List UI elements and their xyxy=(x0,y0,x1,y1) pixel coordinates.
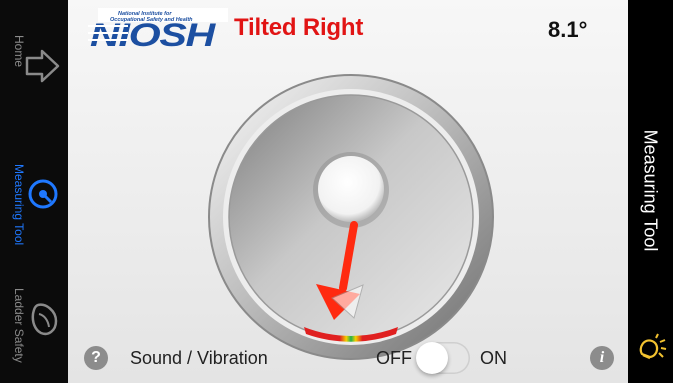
info-button[interactable]: i xyxy=(590,346,614,370)
ladder-safety-icon xyxy=(31,303,58,336)
toggle-knob[interactable] xyxy=(416,342,448,374)
sound-vibration-toggle[interactable] xyxy=(416,342,470,374)
left-navigation-bar: Home Measuring Tool Ladder Safety xyxy=(0,0,68,383)
nav-item-measuring-tool[interactable]: Measuring Tool xyxy=(0,132,68,252)
tilt-status-title: Tilted Right xyxy=(234,14,364,41)
right-panel: Measuring Tool xyxy=(628,0,673,383)
main-panel: National Institute for Occupational Safe… xyxy=(68,0,628,383)
level-bubble xyxy=(318,156,384,222)
nav-label-measuring-tool: Measuring Tool xyxy=(12,164,26,246)
lamp-icon[interactable] xyxy=(634,330,668,364)
measuring-tool-icon xyxy=(28,179,58,209)
niosh-logo: National Institute for Occupational Safe… xyxy=(88,8,228,48)
toggle-off-label: OFF xyxy=(376,348,412,368)
home-arrow-icon xyxy=(25,49,60,83)
angle-readout: 8.1° xyxy=(548,17,588,42)
right-panel-title: Measuring Tool xyxy=(640,129,661,252)
help-button[interactable]: ? xyxy=(84,346,108,370)
nav-item-ladder-safety[interactable]: Ladder Safety xyxy=(0,262,68,382)
toggle-on-label: ON xyxy=(480,348,507,368)
sound-vibration-label: Sound / Vibration xyxy=(130,348,268,368)
nav-label-ladder-safety: Ladder Safety xyxy=(12,288,26,363)
level-dial xyxy=(208,74,494,360)
nav-item-home[interactable]: Home xyxy=(0,0,68,120)
